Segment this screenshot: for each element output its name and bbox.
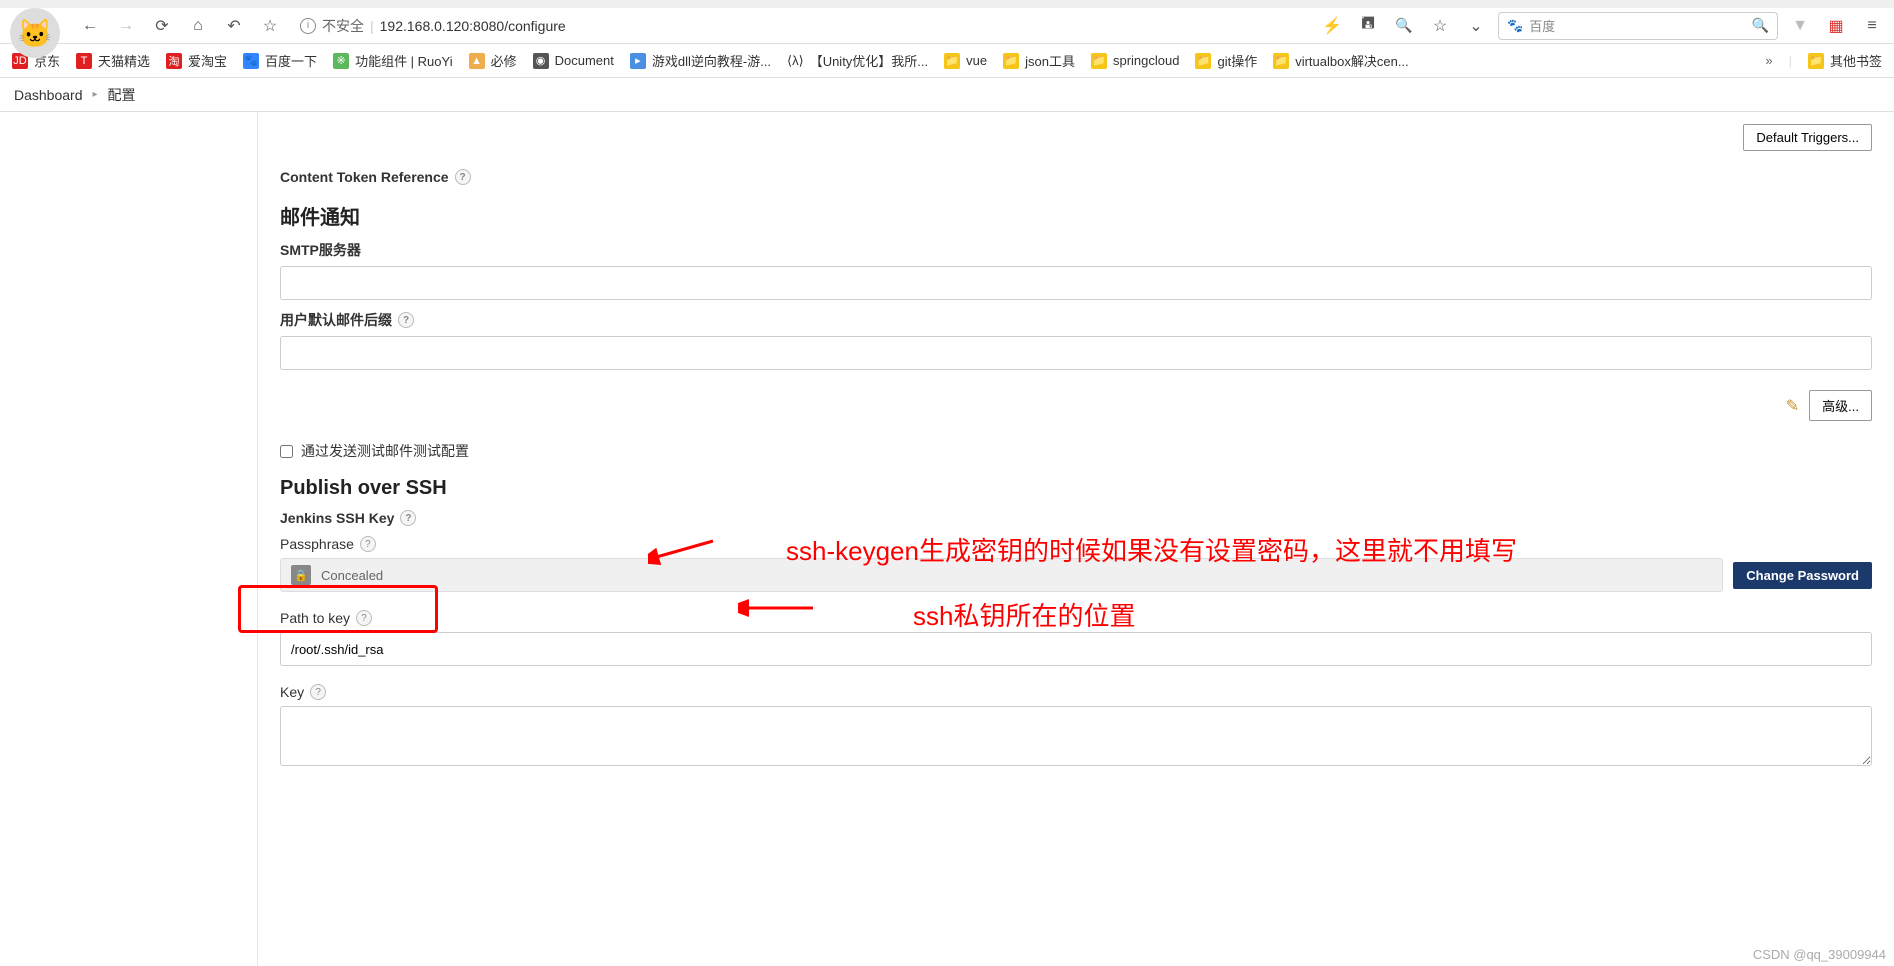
passphrase-label: Passphrase ? xyxy=(280,536,1872,552)
key-textarea[interactable] xyxy=(280,706,1872,766)
advanced-button[interactable]: 高级... xyxy=(1809,390,1872,421)
bm-dll[interactable]: ▸游戏dll逆向教程-游... xyxy=(630,51,771,70)
bm-more[interactable]: » xyxy=(1765,53,1772,68)
test-mail-row: 通过发送测试邮件测试配置 xyxy=(280,441,1872,461)
help-icon[interactable]: ? xyxy=(400,510,416,526)
bm-json[interactable]: 📁json工具 xyxy=(1003,51,1075,70)
test-mail-label: 通过发送测试邮件测试配置 xyxy=(301,441,469,461)
suffix-label: 用户默认邮件后缀 ? xyxy=(280,310,1872,330)
url-text: 192.168.0.120:8080/configure xyxy=(380,18,566,34)
dropdown-icon[interactable]: ⌄ xyxy=(1462,12,1490,40)
info-icon: i xyxy=(300,18,316,34)
bm-document[interactable]: ◉Document xyxy=(533,53,614,69)
help-icon[interactable]: ? xyxy=(398,312,414,328)
search-icon: 🔍 xyxy=(1752,17,1769,34)
flash-icon[interactable]: ⚡ xyxy=(1318,12,1346,40)
help-icon[interactable]: ? xyxy=(356,610,372,626)
star-button[interactable]: ☆ xyxy=(256,12,284,40)
path-key-input[interactable] xyxy=(280,632,1872,666)
bm-unity[interactable]: ⟨λ⟩【Unity优化】我所... xyxy=(787,51,928,70)
chevron-right-icon: ▸ xyxy=(93,89,98,100)
browser-tabs xyxy=(0,0,1894,8)
bm-tmall[interactable]: T天猫精选 xyxy=(76,51,150,70)
bm-springcloud[interactable]: 📁springcloud xyxy=(1091,53,1180,69)
bm-bixiu[interactable]: ▲必修 xyxy=(469,51,517,70)
back-button[interactable]: ← xyxy=(76,12,104,40)
breadcrumb: Dashboard ▸ 配置 xyxy=(0,78,1894,112)
test-mail-checkbox[interactable] xyxy=(280,445,293,458)
watermark: CSDN @qq_39009944 xyxy=(1753,947,1886,962)
help-icon[interactable]: ? xyxy=(360,536,376,552)
bookmarks-bar: JD京东 T天猫精选 淘爱淘宝 🐾百度一下 ※功能组件 | RuoYi ▲必修 … xyxy=(0,44,1894,78)
jenkins-key-label: Jenkins SSH Key ? xyxy=(280,510,1872,526)
menu-icon[interactable]: ≡ xyxy=(1858,12,1886,40)
translate-icon[interactable]: 🖪 xyxy=(1354,12,1382,40)
avatar: 🐱 xyxy=(10,8,60,58)
v-icon[interactable]: ▼ xyxy=(1786,12,1814,40)
address-bar: ← → ⟳ ⌂ ↶ ☆ i 不安全 | 192.168.0.120:8080/c… xyxy=(0,8,1894,44)
default-triggers-button[interactable]: Default Triggers... xyxy=(1743,124,1872,151)
pencil-icon: ✎ xyxy=(1786,396,1799,416)
mail-section-heading: 邮件通知 xyxy=(280,201,1872,230)
pdf-icon[interactable]: ▦ xyxy=(1822,12,1850,40)
change-password-button[interactable]: Change Password xyxy=(1733,562,1872,589)
bm-git[interactable]: 📁git操作 xyxy=(1195,51,1257,70)
passphrase-concealed: 🔒 Concealed xyxy=(280,558,1723,592)
reload-button[interactable]: ⟳ xyxy=(148,12,176,40)
bm-aitaobao[interactable]: 淘爱淘宝 xyxy=(166,51,227,70)
forward-button[interactable]: → xyxy=(112,12,140,40)
bm-vbox[interactable]: 📁virtualbox解决cen... xyxy=(1273,51,1408,70)
url-box[interactable]: i 不安全 | 192.168.0.120:8080/configure xyxy=(292,12,574,40)
key-label: Key ? xyxy=(280,684,1872,700)
sidebar xyxy=(0,112,258,966)
insecure-label: 不安全 xyxy=(322,16,364,36)
ssh-section-heading: Publish over SSH xyxy=(280,477,1872,500)
favorite-icon[interactable]: ☆ xyxy=(1426,12,1454,40)
zoom-icon[interactable]: 🔍 xyxy=(1390,12,1418,40)
help-icon[interactable]: ? xyxy=(310,684,326,700)
bm-other[interactable]: 📁其他书签 xyxy=(1808,51,1882,70)
suffix-input[interactable] xyxy=(280,336,1872,370)
content: Default Triggers... Content Token Refere… xyxy=(258,112,1894,966)
smtp-input[interactable] xyxy=(280,266,1872,300)
bm-vue[interactable]: 📁vue xyxy=(944,53,987,69)
crumb-dashboard[interactable]: Dashboard xyxy=(14,87,83,103)
main: Default Triggers... Content Token Refere… xyxy=(0,112,1894,966)
bm-ruoyi[interactable]: ※功能组件 | RuoYi xyxy=(333,51,453,70)
undo-button[interactable]: ↶ xyxy=(220,12,248,40)
crumb-config[interactable]: 配置 xyxy=(108,85,136,105)
bm-baidu[interactable]: 🐾百度一下 xyxy=(243,51,317,70)
content-token-label: Content Token Reference ? xyxy=(280,169,1872,185)
search-placeholder: 百度 xyxy=(1529,16,1555,35)
lock-icon: 🔒 xyxy=(291,565,311,585)
search-box[interactable]: 🐾 百度 🔍 xyxy=(1498,12,1778,40)
help-icon[interactable]: ? xyxy=(455,169,471,185)
smtp-label: SMTP服务器 xyxy=(280,240,1872,260)
path-key-label: Path to key ? xyxy=(280,610,1872,626)
home-button[interactable]: ⌂ xyxy=(184,12,212,40)
